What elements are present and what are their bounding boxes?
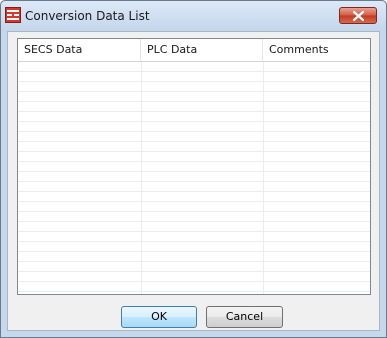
ok-button[interactable]: OK — [121, 306, 197, 328]
grid-row-line — [18, 192, 370, 202]
close-icon — [353, 11, 364, 21]
list-header: SECS Data PLC Data Comments — [18, 39, 370, 62]
grid-row-line — [18, 182, 370, 192]
grid-row-line — [18, 252, 370, 262]
grid-row-line — [18, 62, 370, 72]
grid-row-line — [18, 242, 370, 252]
grid-row-line — [18, 282, 370, 292]
grid-row-line — [18, 232, 370, 242]
grid-row-line — [18, 212, 370, 222]
grid-row-line — [18, 102, 370, 112]
window-title: Conversion Data List — [25, 9, 150, 23]
column-header-comments[interactable]: Comments — [263, 39, 370, 61]
column-header-secs-data[interactable]: SECS Data — [18, 39, 141, 61]
cancel-button[interactable]: Cancel — [206, 306, 283, 328]
grid-row-line — [18, 112, 370, 122]
grid-row-line — [18, 132, 370, 142]
close-button[interactable] — [339, 7, 377, 24]
grid-row-line — [18, 92, 370, 102]
grid-row-line — [18, 262, 370, 272]
dialog-client-area: SECS Data PLC Data Comments OK Cancel — [7, 31, 380, 331]
grid-row-line — [18, 142, 370, 152]
grid-row-line — [18, 222, 370, 232]
grid-row-line — [18, 172, 370, 182]
list-body[interactable] — [18, 62, 370, 294]
conversion-data-listview[interactable]: SECS Data PLC Data Comments — [17, 38, 371, 295]
column-header-plc-data[interactable]: PLC Data — [141, 39, 263, 61]
grid-row-line — [18, 82, 370, 92]
title-bar[interactable]: Conversion Data List — [1, 1, 386, 31]
grid-row-line — [18, 152, 370, 162]
grid-row-line — [18, 122, 370, 132]
grid-row-line — [18, 272, 370, 282]
grid-row-line — [18, 202, 370, 212]
app-list-icon — [5, 7, 21, 23]
grid-row-line — [18, 72, 370, 82]
grid-row-line — [18, 162, 370, 172]
grid-column-line — [263, 62, 264, 294]
grid-column-line — [141, 62, 142, 294]
conversion-data-list-dialog: Conversion Data List SECS Data PLC Data … — [0, 0, 387, 338]
